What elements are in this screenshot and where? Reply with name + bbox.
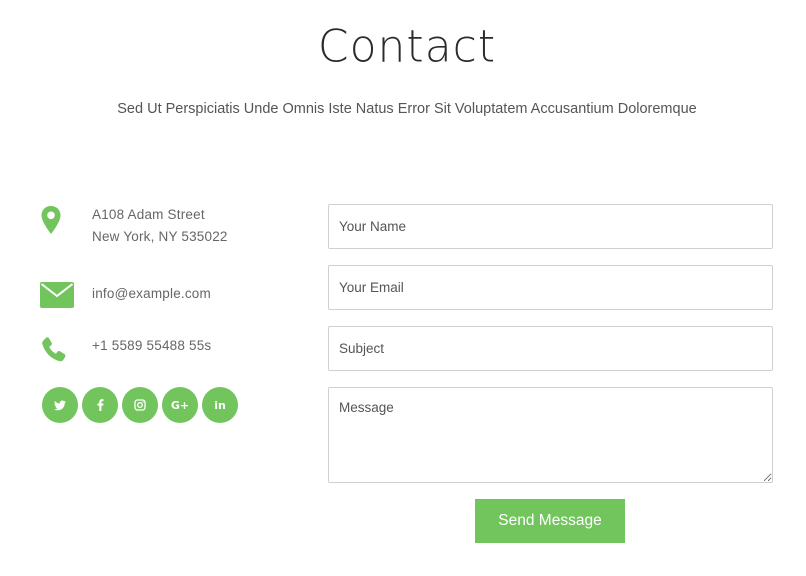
- linkedin-icon[interactable]: in: [202, 387, 238, 423]
- phone-text[interactable]: +1 5589 55488 55s: [92, 335, 211, 357]
- contact-page: Contact Sed Ut Perspiciatis Unde Omnis I…: [0, 0, 806, 576]
- email-text[interactable]: info@example.com: [92, 283, 211, 305]
- page-title: Contact: [317, 20, 497, 73]
- instagram-icon[interactable]: [122, 387, 158, 423]
- phone-icon: [40, 336, 68, 364]
- twitter-icon[interactable]: [42, 387, 78, 423]
- page-subtitle: Sed Ut Perspiciatis Unde Omnis Iste Natu…: [117, 101, 697, 117]
- email-input[interactable]: [328, 265, 773, 310]
- social-links: G+ in: [42, 387, 238, 423]
- map-pin-icon: [40, 205, 62, 235]
- address-block: A108 Adam Street New York, NY 535022: [92, 204, 228, 248]
- address-line-1: A108 Adam Street: [92, 207, 205, 222]
- facebook-icon[interactable]: [82, 387, 118, 423]
- address-line-2: New York, NY 535022: [92, 229, 228, 244]
- envelope-icon: [40, 282, 74, 308]
- google-plus-icon[interactable]: G+: [162, 387, 198, 423]
- send-message-button[interactable]: Send Message: [475, 499, 625, 543]
- name-input[interactable]: [328, 204, 773, 249]
- message-textarea[interactable]: [328, 387, 773, 483]
- subject-input[interactable]: [328, 326, 773, 371]
